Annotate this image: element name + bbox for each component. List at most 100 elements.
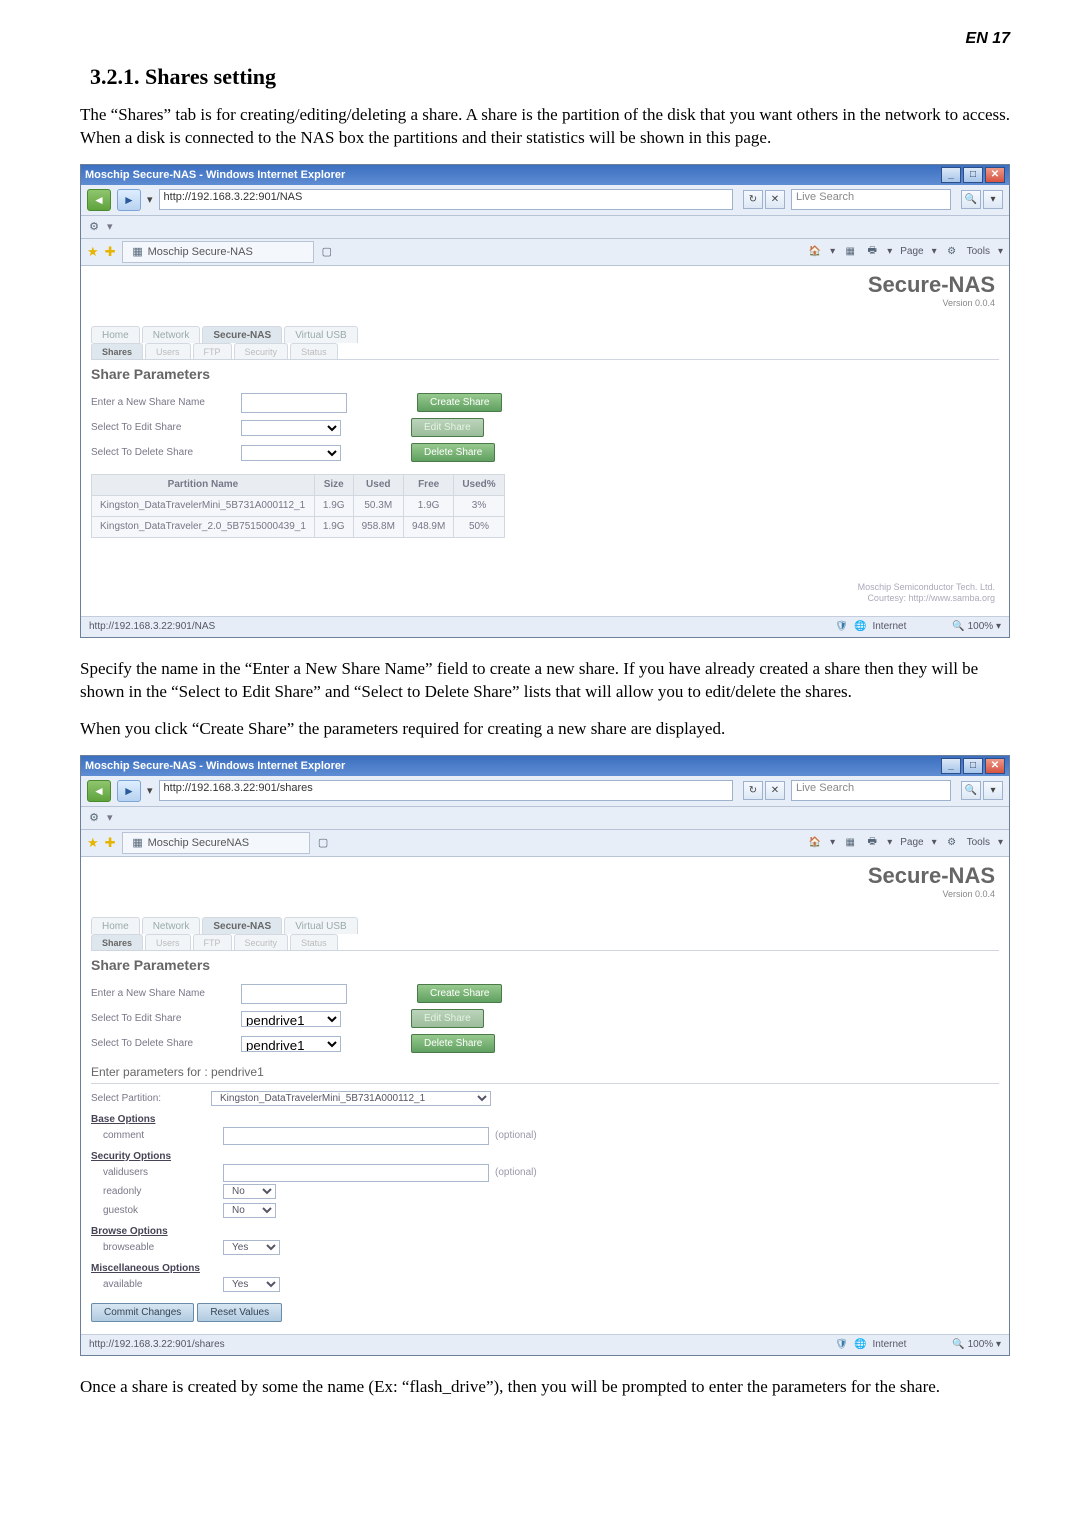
dropdown-icon[interactable]: ▾ bbox=[147, 784, 153, 797]
subtab-users[interactable]: Users bbox=[145, 934, 191, 950]
tab-secure-nas[interactable]: Secure-NAS bbox=[202, 917, 282, 934]
home-icon[interactable]: 🏠 bbox=[808, 836, 822, 850]
print-icon[interactable]: 🖶 bbox=[865, 836, 879, 850]
partition-table: Partition Name Size Used Free Used% King… bbox=[91, 474, 505, 538]
status-bar: http://192.168.3.22:901/NAS 🛡🌐Internet🔍 … bbox=[81, 616, 1009, 637]
page-menu[interactable]: Page bbox=[900, 246, 923, 257]
subtab-status[interactable]: Status bbox=[290, 343, 338, 359]
subtab-users[interactable]: Users bbox=[145, 343, 191, 359]
tab-home[interactable]: Home bbox=[91, 326, 140, 343]
delete-share-select[interactable]: pendrive1 bbox=[241, 1036, 341, 1052]
subtab-security[interactable]: Security bbox=[234, 343, 289, 359]
feed-icon[interactable]: ▦ bbox=[843, 245, 857, 259]
back-button[interactable]: ◄ bbox=[87, 189, 111, 211]
window-titlebar: Moschip Secure-NAS - Windows Internet Ex… bbox=[81, 756, 1009, 776]
refresh-icon[interactable]: ↻ bbox=[743, 781, 763, 800]
subtab-ftp[interactable]: FTP bbox=[193, 343, 232, 359]
intro-para-4: Once a share is created by some the name… bbox=[80, 1376, 1010, 1399]
new-tab-icon[interactable]: ▢ bbox=[320, 245, 334, 259]
status-bar: http://192.168.3.22:901/shares 🛡🌐Interne… bbox=[81, 1334, 1009, 1355]
search-dd-icon[interactable]: ▾ bbox=[983, 781, 1003, 800]
delete-share-button[interactable]: Delete Share bbox=[411, 443, 495, 462]
section-title: Share Parameters bbox=[91, 366, 999, 382]
delete-share-label: Select To Delete Share bbox=[91, 447, 241, 458]
search-go-icon[interactable]: 🔍 bbox=[961, 781, 981, 800]
tools-icon[interactable]: ⚙ bbox=[945, 836, 959, 850]
page-menu[interactable]: Page bbox=[900, 837, 923, 848]
zoom-label[interactable]: 🔍 100% ▾ bbox=[952, 621, 1001, 632]
close-button[interactable]: ✕ bbox=[985, 758, 1005, 774]
tools-menu[interactable]: Tools bbox=[967, 837, 990, 848]
tab-home[interactable]: Home bbox=[91, 917, 140, 934]
maximize-button[interactable]: □ bbox=[963, 167, 983, 183]
search-field[interactable]: Live Search bbox=[791, 189, 951, 210]
create-share-button[interactable]: Create Share bbox=[417, 984, 502, 1003]
browser-tab[interactable]: ▦ Moschip Secure-NAS bbox=[122, 241, 314, 263]
tools-menu[interactable]: Tools bbox=[967, 246, 990, 257]
favorites-icon[interactable]: ★ bbox=[87, 835, 99, 851]
home-icon[interactable]: 🏠 bbox=[808, 245, 822, 259]
tab-network[interactable]: Network bbox=[142, 917, 201, 934]
search-go-icon[interactable]: 🔍 bbox=[961, 190, 981, 209]
print-icon[interactable]: 🖶 bbox=[865, 245, 879, 259]
subtab-shares[interactable]: Shares bbox=[91, 934, 143, 950]
favorites-icon[interactable]: ★ bbox=[87, 244, 99, 260]
reset-values-button[interactable]: Reset Values bbox=[197, 1303, 282, 1322]
edit-share-button[interactable]: Edit Share bbox=[411, 1009, 484, 1028]
new-tab-icon[interactable]: ▢ bbox=[316, 836, 330, 850]
browser-tab[interactable]: ▦ Moschip SecureNAS bbox=[122, 832, 311, 854]
search-dd-icon[interactable]: ▾ bbox=[983, 190, 1003, 209]
url-field[interactable]: http://192.168.3.22:901/NAS bbox=[159, 189, 733, 210]
links-icon: ⚙ bbox=[87, 811, 101, 825]
validusers-input[interactable] bbox=[223, 1164, 489, 1182]
dropdown-icon[interactable]: ▾ bbox=[147, 193, 153, 206]
forward-button[interactable]: ► bbox=[117, 189, 141, 211]
subtab-security[interactable]: Security bbox=[234, 934, 289, 950]
tab-virtual-usb[interactable]: Virtual USB bbox=[284, 326, 358, 343]
browseable-select[interactable]: Yes bbox=[223, 1240, 280, 1255]
back-button[interactable]: ◄ bbox=[87, 780, 111, 802]
search-field[interactable]: Live Search bbox=[791, 780, 951, 801]
tab-network[interactable]: Network bbox=[142, 326, 201, 343]
edit-share-button[interactable]: Edit Share bbox=[411, 418, 484, 437]
close-button[interactable]: ✕ bbox=[985, 167, 1005, 183]
url-field[interactable]: http://192.168.3.22:901/shares bbox=[159, 780, 733, 801]
feed-icon[interactable]: ▦ bbox=[843, 836, 857, 850]
minimize-button[interactable]: _ bbox=[941, 167, 961, 183]
forward-button[interactable]: ► bbox=[117, 780, 141, 802]
delete-share-select[interactable] bbox=[241, 445, 341, 461]
add-favorite-icon[interactable]: ✚ bbox=[105, 835, 116, 851]
refresh-icon[interactable]: ↻ bbox=[743, 190, 763, 209]
tab-virtual-usb[interactable]: Virtual USB bbox=[284, 917, 358, 934]
create-share-button[interactable]: Create Share bbox=[417, 393, 502, 412]
readonly-select[interactable]: No bbox=[223, 1184, 276, 1199]
subtab-ftp[interactable]: FTP bbox=[193, 934, 232, 950]
comment-input[interactable] bbox=[223, 1127, 489, 1145]
stop-icon[interactable]: ✕ bbox=[765, 781, 785, 800]
guestok-select[interactable]: No bbox=[223, 1203, 276, 1218]
select-partition[interactable]: Kingston_DataTravelerMini_5B731A000112_1 bbox=[211, 1091, 491, 1106]
commit-changes-button[interactable]: Commit Changes bbox=[91, 1303, 194, 1322]
delete-share-button[interactable]: Delete Share bbox=[411, 1034, 495, 1053]
optional-hint: (optional) bbox=[495, 1130, 537, 1141]
links-bar: ⚙▾ bbox=[81, 807, 1009, 830]
page-content: Secure-NAS Version 0.0.4 Home Network Se… bbox=[81, 857, 1009, 1334]
globe-icon: 🌐 bbox=[854, 621, 866, 632]
edit-share-select[interactable]: pendrive1 bbox=[241, 1011, 341, 1027]
select-partition-label: Select Partition: bbox=[91, 1093, 211, 1104]
edit-share-select[interactable] bbox=[241, 420, 341, 436]
nas-nav-tabs: Home Network Secure-NAS Virtual USB bbox=[91, 917, 999, 934]
page-content: Secure-NAS Version 0.0.4 Home Network Se… bbox=[81, 266, 1009, 616]
subtab-shares[interactable]: Shares bbox=[91, 343, 143, 359]
subtab-status[interactable]: Status bbox=[290, 934, 338, 950]
new-share-input[interactable] bbox=[241, 984, 347, 1004]
add-favorite-icon[interactable]: ✚ bbox=[105, 244, 116, 260]
minimize-button[interactable]: _ bbox=[941, 758, 961, 774]
new-share-input[interactable] bbox=[241, 393, 347, 413]
maximize-button[interactable]: □ bbox=[963, 758, 983, 774]
tab-secure-nas[interactable]: Secure-NAS bbox=[202, 326, 282, 343]
zoom-label[interactable]: 🔍 100% ▾ bbox=[952, 1339, 1001, 1350]
stop-icon[interactable]: ✕ bbox=[765, 190, 785, 209]
tools-icon[interactable]: ⚙ bbox=[945, 245, 959, 259]
available-select[interactable]: Yes bbox=[223, 1277, 280, 1292]
